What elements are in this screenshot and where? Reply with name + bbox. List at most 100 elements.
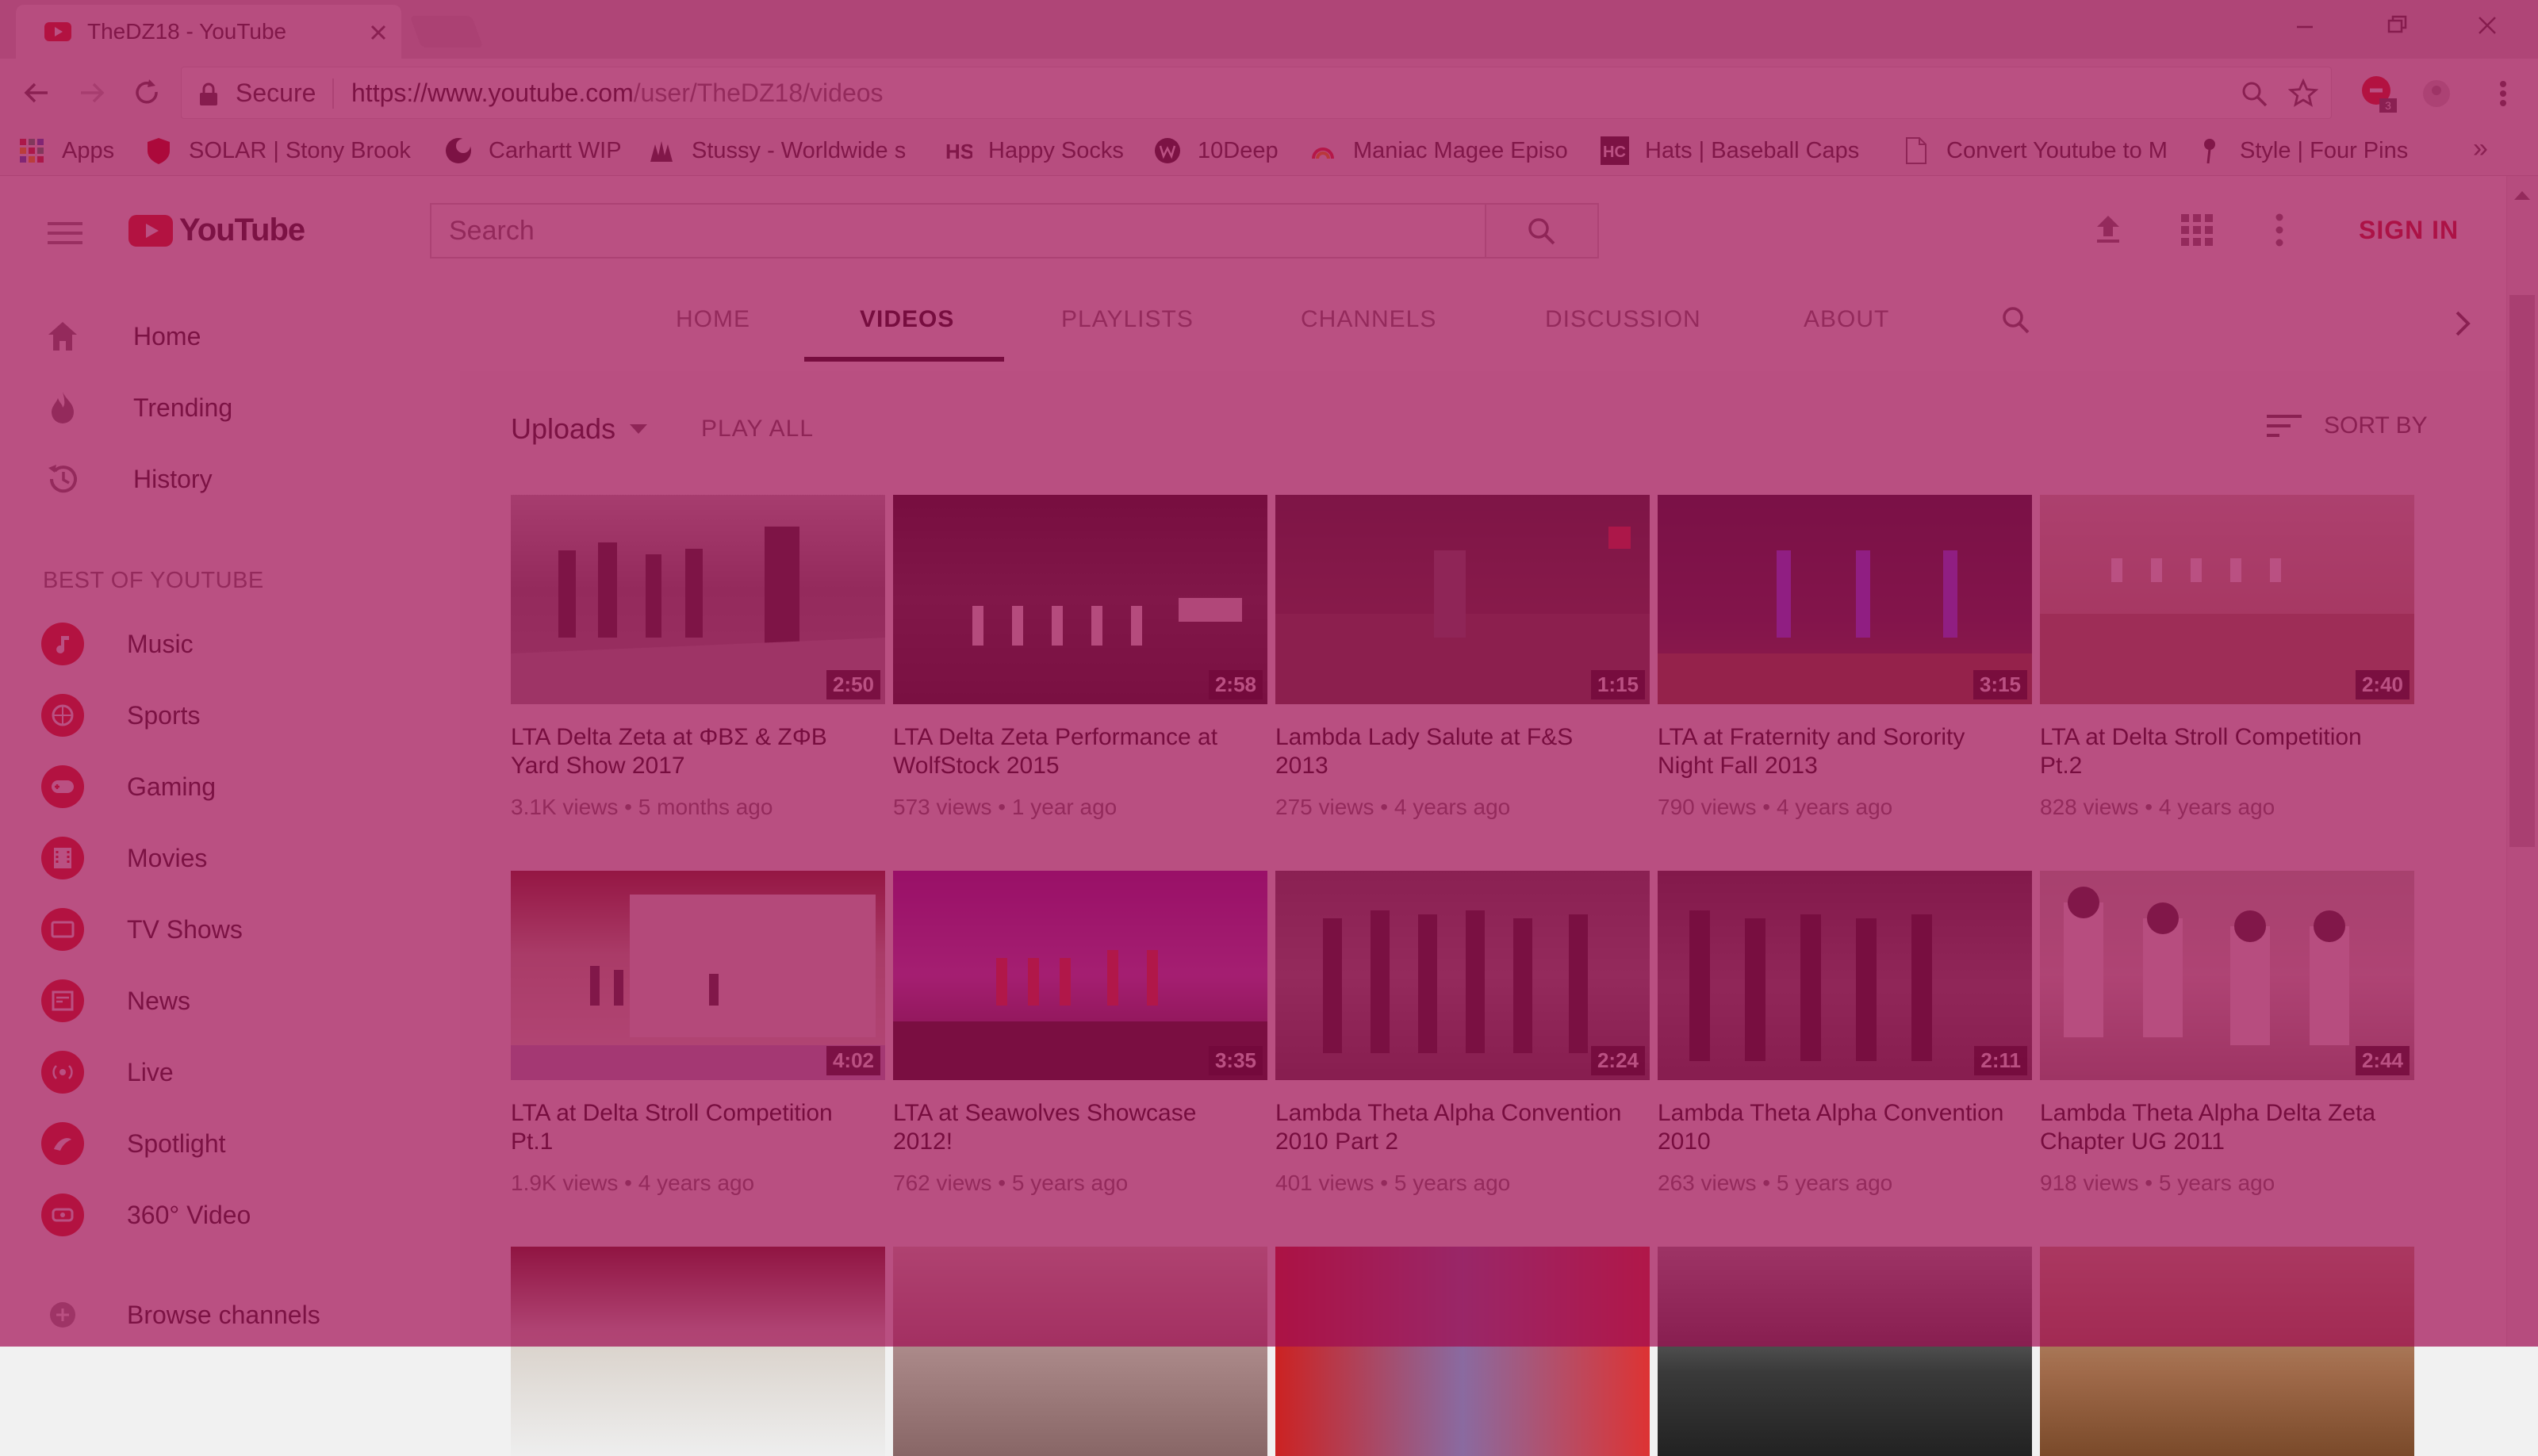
bookmark-stussy[interactable]: Stussy - Worldwide s <box>647 135 906 167</box>
video-title[interactable]: LTA Delta Zeta Performance at WolfStock … <box>893 723 1250 780</box>
upload-icon[interactable] <box>2089 211 2127 249</box>
video-thumbnail[interactable]: 3:35 <box>893 871 1267 1080</box>
video-title[interactable]: LTA at Delta Stroll Competition Pt.2 <box>2040 723 2397 780</box>
sidebar-item-news[interactable]: News <box>41 977 190 1025</box>
sidebar-item-gaming[interactable]: Gaming <box>41 763 216 810</box>
bookmarks-overflow-button[interactable]: » <box>2473 133 2488 164</box>
channel-search-icon[interactable] <box>2000 305 2032 336</box>
video-card[interactable]: 2:11 Lambda Theta Alpha Convention 2010 … <box>1658 871 2032 1196</box>
video-thumbnail[interactable]: 4:02 <box>511 871 885 1080</box>
video-title[interactable]: Lambda Lady Salute at F&S 2013 <box>1275 723 1632 780</box>
video-thumbnail[interactable] <box>1275 1247 1650 1456</box>
video-title[interactable]: LTA at Seawolves Showcase 2012! <box>893 1099 1250 1156</box>
video-thumbnail[interactable] <box>511 1247 885 1456</box>
bookmark-solar[interactable]: SOLAR | Stony Brook <box>144 135 411 167</box>
back-arrow-icon[interactable] <box>19 76 52 109</box>
video-card[interactable]: 2:58 LTA Delta Zeta Performance at WolfS… <box>893 495 1267 820</box>
new-tab-button[interactable] <box>409 16 484 48</box>
video-title[interactable]: Lambda Theta Alpha Delta Zeta Chapter UG… <box>2040 1099 2397 1156</box>
extension-icon[interactable]: 3 <box>2359 75 2398 114</box>
url-text[interactable]: https://www.youtube.com/user/TheDZ18/vid… <box>351 79 884 108</box>
sidebar-item-tv-shows[interactable]: TV Shows <box>41 906 243 953</box>
youtube-logo[interactable]: YouTube <box>128 213 305 248</box>
video-card[interactable]: 2:24 Lambda Theta Alpha Convention 2010 … <box>1275 871 1650 1196</box>
video-card[interactable]: 1:15 Lambda Lady Salute at F&S 2013 275 … <box>1275 495 1650 820</box>
sidebar-item-sports[interactable]: Sports <box>41 692 200 739</box>
restore-icon[interactable] <box>2383 11 2411 40</box>
search-box[interactable] <box>430 203 1486 259</box>
video-card[interactable]: 3:15 LTA at Fraternity and Sorority Nigh… <box>1658 495 2032 820</box>
tab-home[interactable]: HOME <box>676 306 750 333</box>
guide-menu-icon[interactable] <box>48 220 82 246</box>
play-all-button[interactable]: PLAY ALL <box>701 416 814 443</box>
minimize-icon[interactable] <box>2291 11 2319 40</box>
sidebar-item-home[interactable]: Home <box>41 312 201 360</box>
sidebar-item-spotlight[interactable]: Spotlight <box>41 1120 226 1167</box>
forward-arrow-icon[interactable] <box>76 76 109 109</box>
more-options-icon[interactable] <box>2270 211 2289 249</box>
video-card[interactable]: 2:40 LTA at Delta Stroll Competition Pt.… <box>2040 495 2414 820</box>
zoom-icon[interactable] <box>2241 80 2269 109</box>
video-card[interactable]: 3:35 LTA at Seawolves Showcase 2012! 762… <box>893 871 1267 1196</box>
video-card[interactable] <box>1275 1247 1650 1456</box>
sort-by-button[interactable]: SORT BY <box>2267 412 2428 439</box>
scroll-up-arrow-icon[interactable] <box>2513 189 2532 201</box>
tab-videos[interactable]: VIDEOS <box>860 306 954 333</box>
tab-about[interactable]: ABOUT <box>1804 306 1889 333</box>
video-card[interactable] <box>1658 1247 2032 1456</box>
browser-tab[interactable]: TheDZ18 - YouTube <box>16 5 401 59</box>
bookmark-convert-youtube[interactable]: Convert Youtube to M <box>1902 135 2168 167</box>
search-button[interactable] <box>1485 203 1599 259</box>
video-thumbnail[interactable] <box>1658 1247 2032 1456</box>
video-thumbnail[interactable]: 2:44 <box>2040 871 2414 1080</box>
apps-grid-icon[interactable] <box>2178 211 2216 249</box>
video-title[interactable]: Lambda Theta Alpha Convention 2010 <box>1658 1099 2015 1156</box>
video-card[interactable]: 2:50 LTA Delta Zeta at ΦΒΣ & ΖΦΒ Yard Sh… <box>511 495 885 820</box>
scrollbar-thumb[interactable] <box>2509 295 2535 847</box>
video-thumbnail[interactable]: 3:15 <box>1658 495 2032 704</box>
tabs-next-arrow-icon[interactable] <box>2451 308 2473 339</box>
bookmark-hats[interactable]: HC Hats | Baseball Caps <box>1601 135 1859 167</box>
uploads-dropdown[interactable]: Uploads <box>511 412 650 446</box>
sidebar-item-live[interactable]: Live <box>41 1048 174 1096</box>
sign-in-button[interactable]: SIGN IN <box>2359 216 2459 245</box>
video-thumbnail[interactable] <box>893 1247 1267 1456</box>
sidebar-item-trending[interactable]: Trending <box>41 384 232 431</box>
tab-channels[interactable]: CHANNELS <box>1301 306 1436 333</box>
bookmark-10deep[interactable]: 10Deep <box>1153 135 1279 167</box>
sidebar-item-music[interactable]: Music <box>41 620 194 668</box>
video-thumbnail[interactable] <box>2040 1247 2414 1456</box>
tab-discussion[interactable]: DISCUSSION <box>1545 306 1701 333</box>
video-card[interactable]: 4:02 LTA at Delta Stroll Competition Pt.… <box>511 871 885 1196</box>
video-thumbnail[interactable]: 2:24 <box>1275 871 1650 1080</box>
video-title[interactable]: LTA at Delta Stroll Competition Pt.1 <box>511 1099 868 1156</box>
video-thumbnail[interactable]: 2:58 <box>893 495 1267 704</box>
close-tab-icon[interactable] <box>365 19 392 46</box>
profile-extension-icon[interactable] <box>2421 78 2452 109</box>
close-window-icon[interactable] <box>2473 11 2502 40</box>
bookmark-happy-socks[interactable]: HS Happy Socks <box>944 135 1124 167</box>
video-thumbnail[interactable]: 2:11 <box>1658 871 2032 1080</box>
chrome-menu-icon[interactable] <box>2495 78 2511 109</box>
reload-icon[interactable] <box>130 76 163 109</box>
bookmark-four-pins[interactable]: Style | Four Pins <box>2195 135 2408 167</box>
bookmark-star-icon[interactable] <box>2288 79 2318 109</box>
bookmark-maniac-magee[interactable]: Maniac Magee Episo <box>1309 135 1568 167</box>
bookmark-carhartt[interactable]: Carhartt WIP <box>444 135 622 167</box>
sidebar-item-360-video[interactable]: 360° Video <box>41 1191 251 1239</box>
video-title[interactable]: LTA Delta Zeta at ΦΒΣ & ΖΦΒ Yard Show 20… <box>511 723 868 780</box>
video-card[interactable]: 2:44 Lambda Theta Alpha Delta Zeta Chapt… <box>2040 871 2414 1196</box>
sidebar-item-history[interactable]: History <box>41 455 213 503</box>
sidebar-item-movies[interactable]: Movies <box>41 834 207 882</box>
video-thumbnail[interactable]: 2:50 <box>511 495 885 704</box>
video-title[interactable]: Lambda Theta Alpha Convention 2010 Part … <box>1275 1099 1632 1156</box>
video-thumbnail[interactable]: 2:40 <box>2040 495 2414 704</box>
bookmark-apps[interactable]: Apps <box>17 135 114 167</box>
video-thumbnail[interactable]: 1:15 <box>1275 495 1650 704</box>
search-input[interactable] <box>431 205 1486 257</box>
video-card[interactable] <box>511 1247 885 1456</box>
sidebar-item-browse-channels[interactable]: Browse channels <box>41 1291 320 1339</box>
address-bar[interactable]: Secure https://www.youtube.com/user/TheD… <box>181 67 2332 119</box>
video-card[interactable] <box>893 1247 1267 1456</box>
video-title[interactable]: LTA at Fraternity and Sorority Night Fal… <box>1658 723 2015 780</box>
